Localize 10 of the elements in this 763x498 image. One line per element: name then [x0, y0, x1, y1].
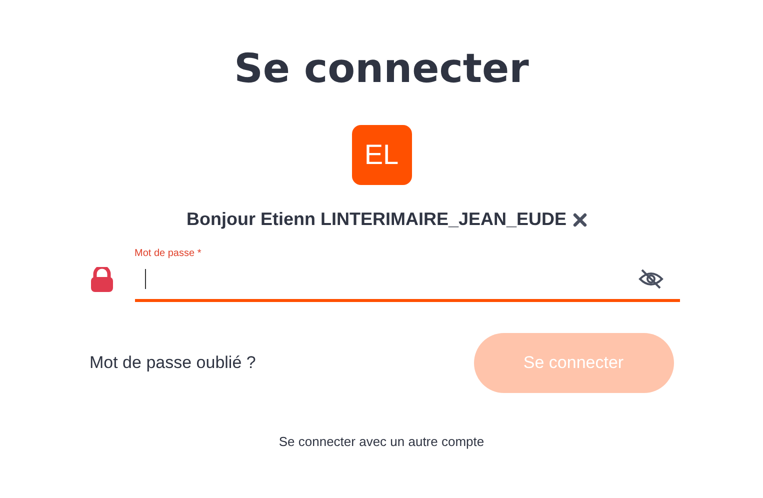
field-label: Mot de passe * — [134, 248, 202, 259]
close-icon[interactable] — [572, 212, 587, 226]
avatar: EL — [352, 125, 412, 185]
hidden-eye-icon[interactable] — [638, 268, 664, 290]
greeting-text: Bonjour Etienn LINTERIMAIRE_JEAN_EUDE — [186, 209, 567, 230]
page-title: Se connecter — [234, 45, 529, 94]
lock-icon — [90, 267, 114, 293]
other-account-link[interactable]: Se connecter avec un autre compte — [278, 434, 484, 449]
password-field[interactable]: Mot de passe * — [134, 248, 680, 302]
forgot-password-link[interactable]: Mot de passe oublié ? — [90, 353, 256, 373]
